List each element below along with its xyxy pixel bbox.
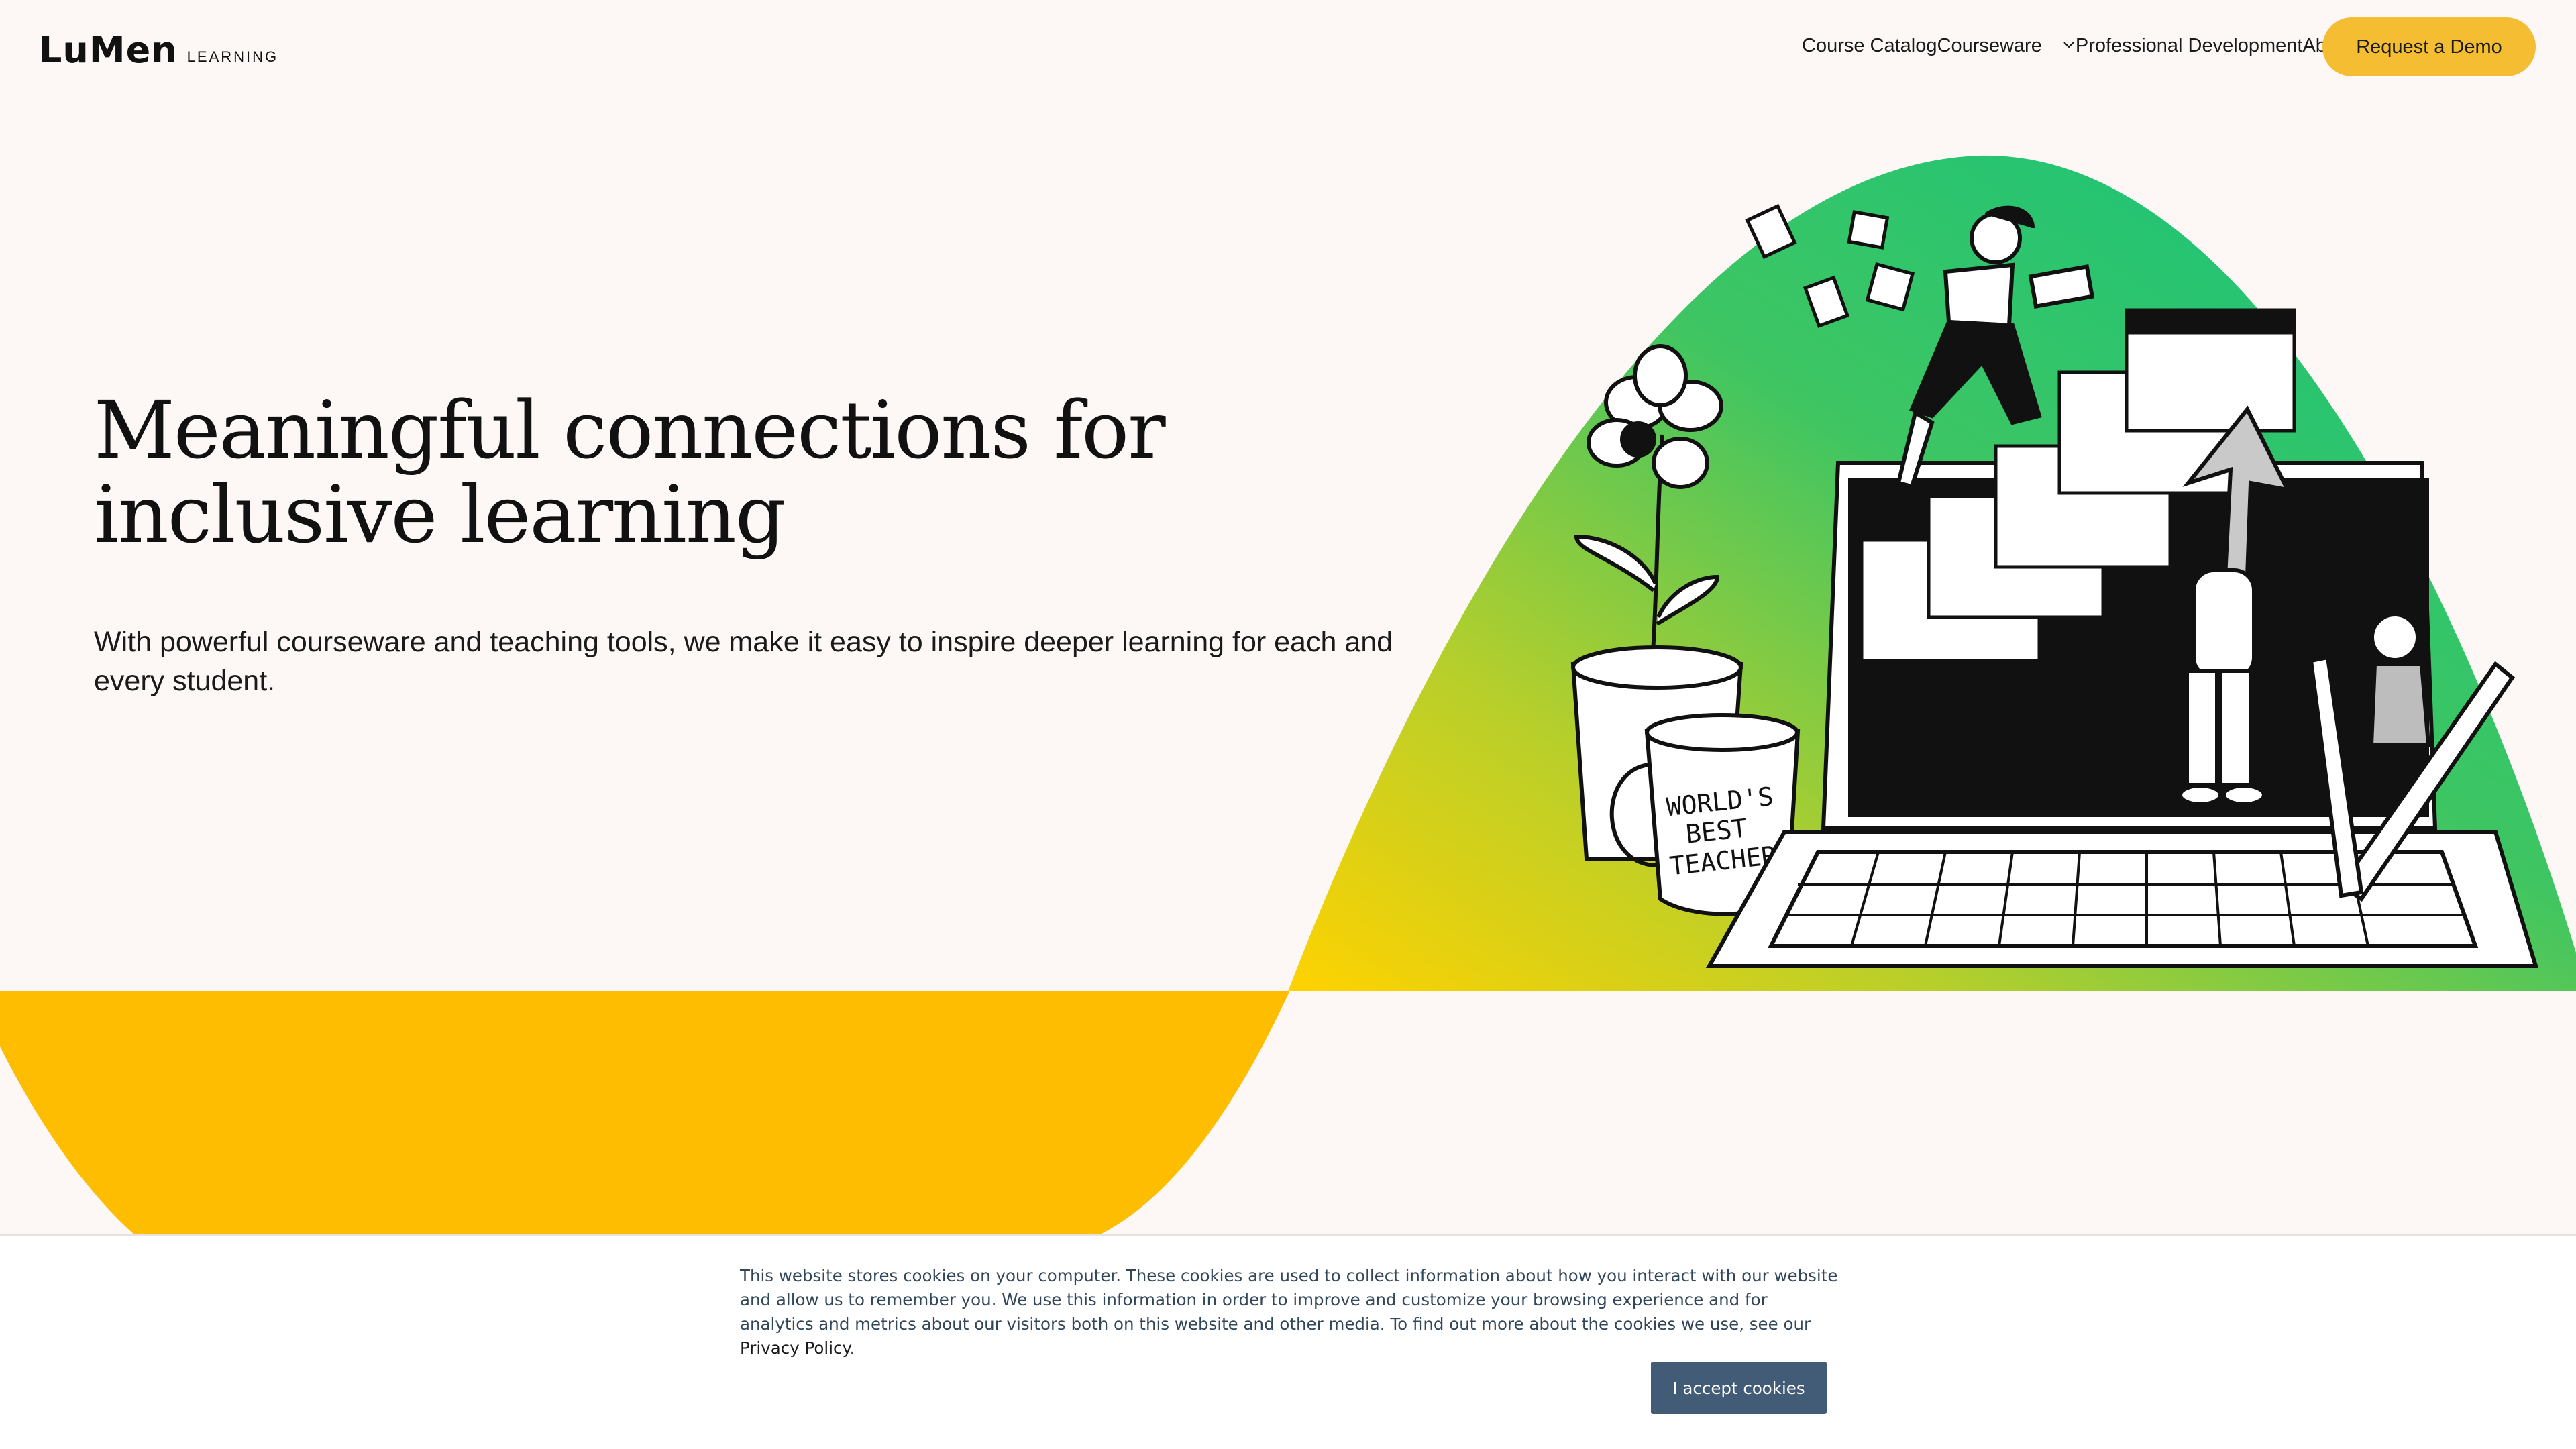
cookie-message: This website stores cookies on your comp… [740, 1266, 1838, 1358]
top-navigation: LuMen LEARNING Course Catalog Courseware… [0, 0, 2576, 94]
hero-headline: Meaningful connections for inclusive lea… [94, 384, 1166, 561]
hero-subheading: With powerful courseware and teaching to… [94, 626, 1393, 697]
lumen-learning-logo[interactable]: LuMen LEARNING [39, 32, 278, 68]
nav-link-course-catalog[interactable]: Course Catalog [1802, 35, 1937, 57]
logo-wordmark: LuMen [39, 29, 178, 71]
nav-link-courseware[interactable]: Courseware [1937, 35, 2076, 57]
yellow-half-circle-shape [0, 991, 1289, 1234]
nav-link-professional-development[interactable]: Professional Development [2076, 35, 2303, 57]
nav-links: Course Catalog Courseware Professional D… [1802, 35, 2353, 57]
nav-link-courseware-label: Courseware [1937, 35, 2042, 56]
cookie-message-text: This website stores cookies on your comp… [740, 1266, 1838, 1334]
privacy-policy-link[interactable]: Privacy Policy [740, 1338, 849, 1358]
logo-subtext: LEARNING [186, 48, 279, 65]
accept-cookies-button[interactable]: I accept cookies [1651, 1362, 1827, 1414]
chevron-down-icon[interactable] [2062, 38, 2076, 52]
person-holding-arrow-figure [2178, 568, 2266, 806]
request-demo-button[interactable]: Request a Demo [2322, 17, 2536, 76]
cookie-banner: This website stores cookies on your comp… [0, 1234, 2576, 1449]
hero-illustration: WORLD'S BEST TEACHER [0, 155, 2576, 1234]
